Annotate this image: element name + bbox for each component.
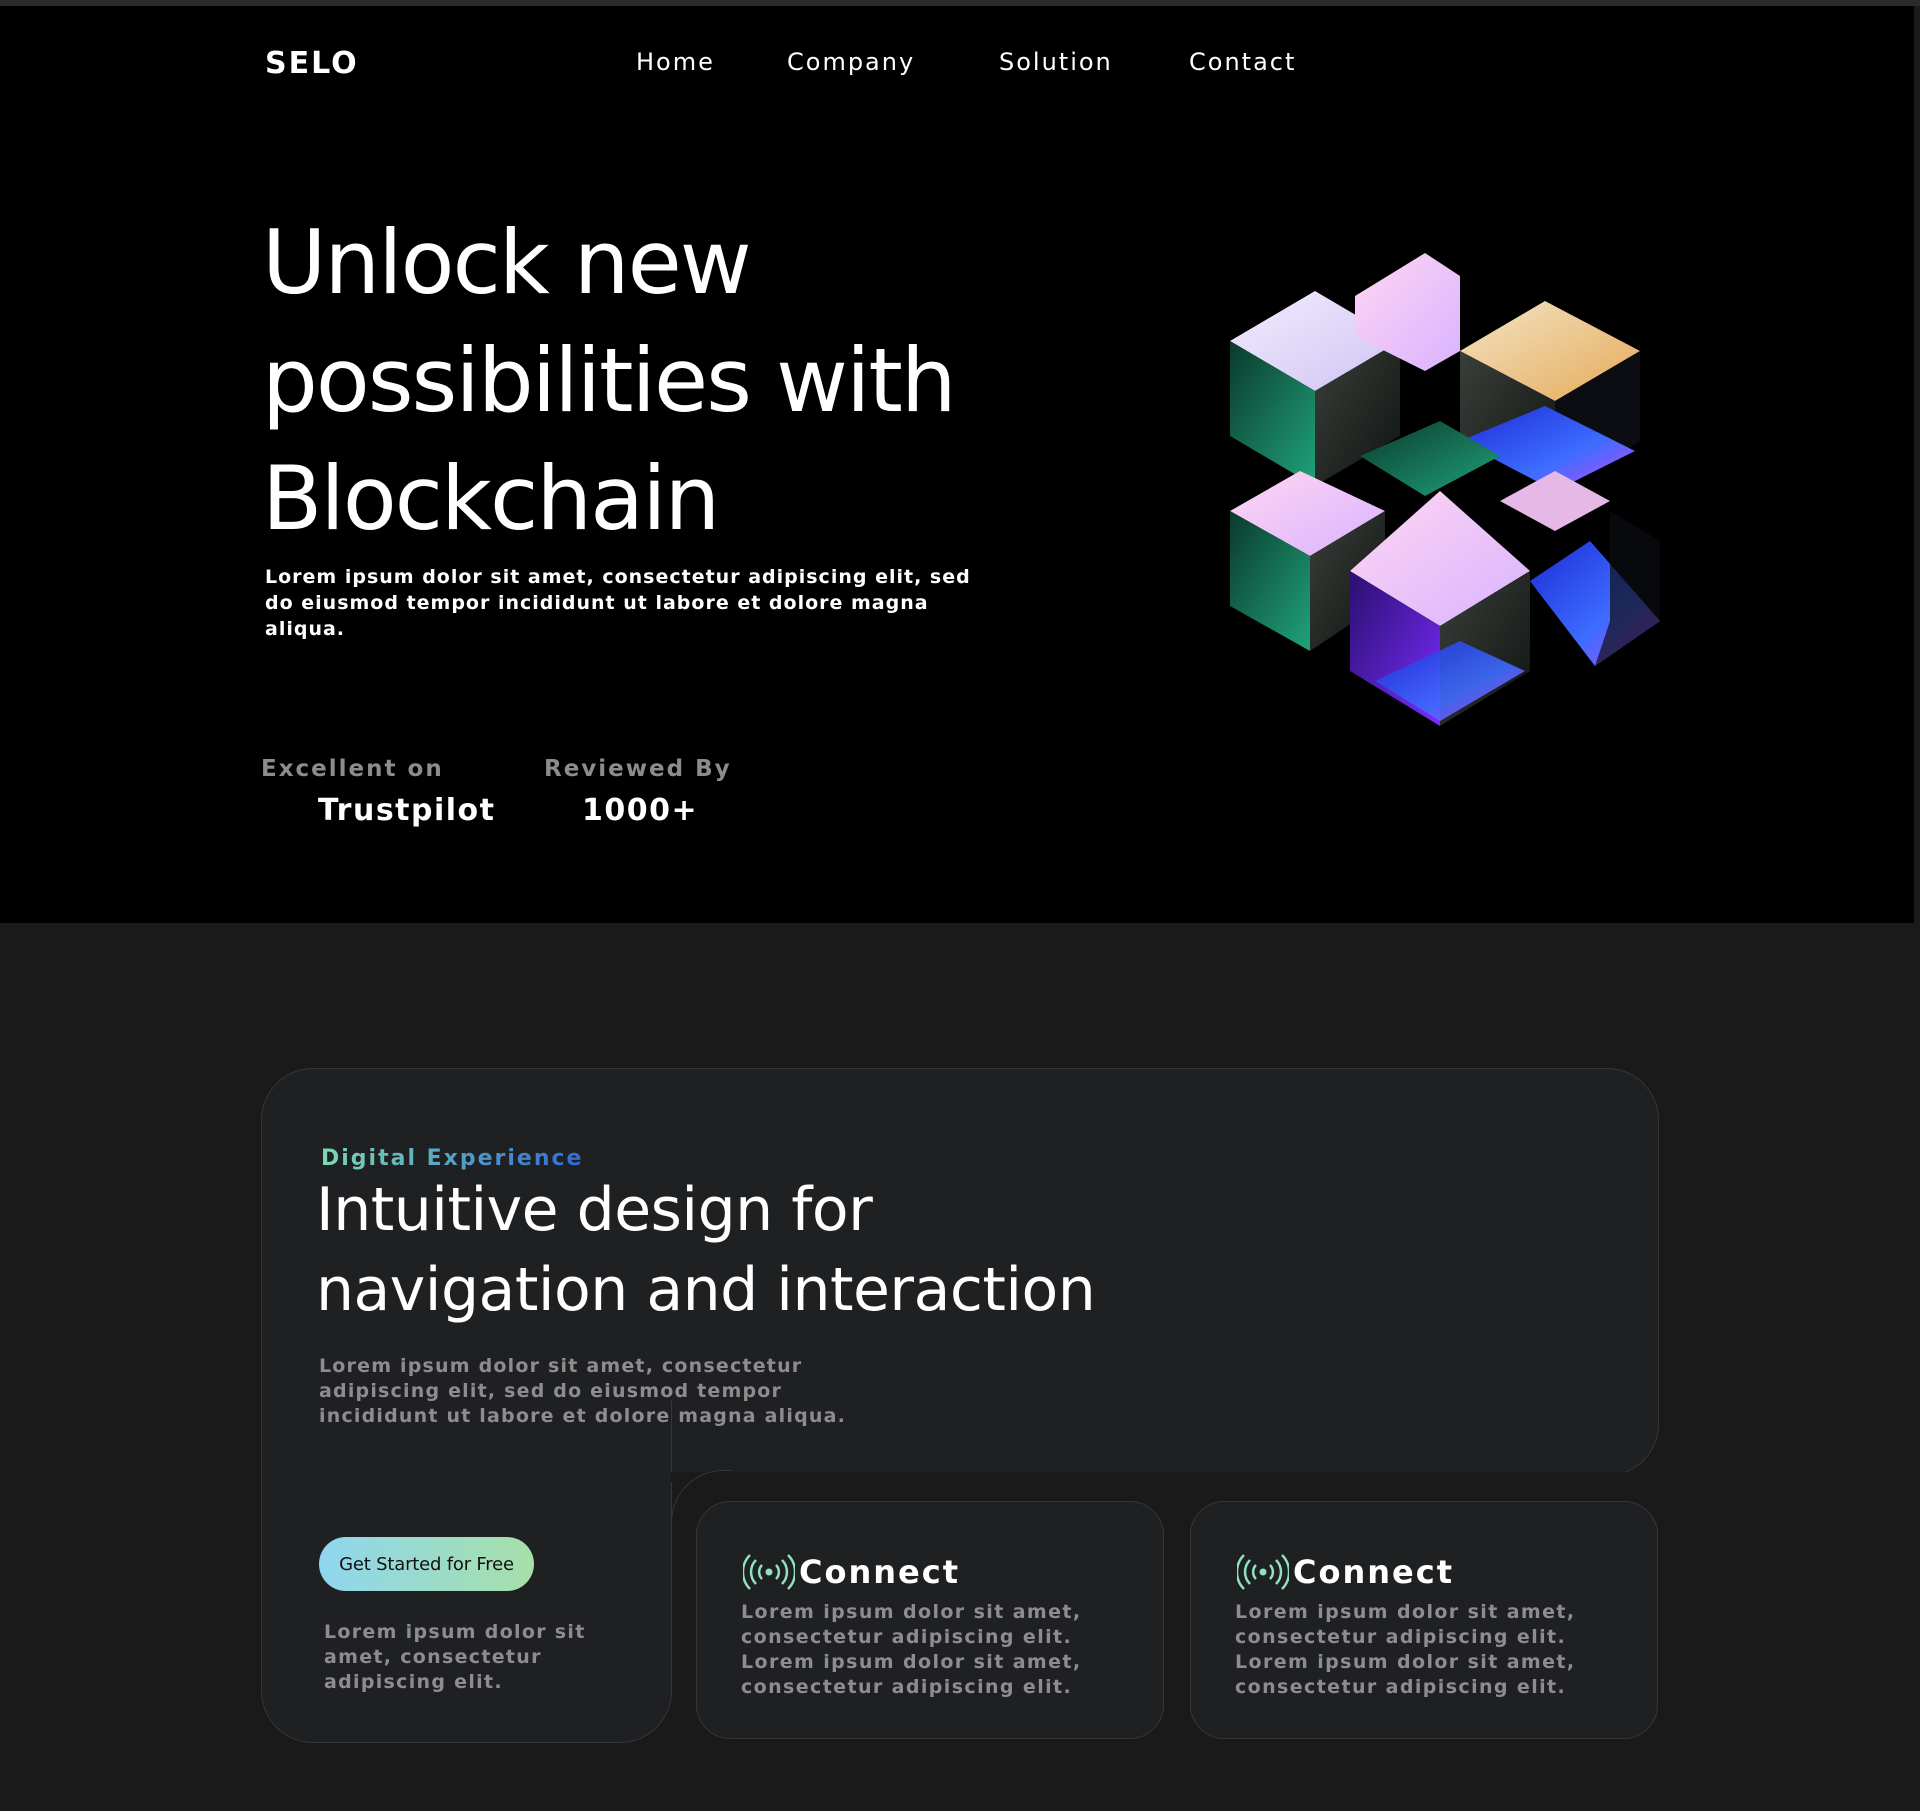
features-title-line: Intuitive design for (316, 1175, 873, 1245)
cta-note: Lorem ipsum dolor sit amet, consectetur … (324, 1621, 586, 1693)
stat-value-reviews: 1000+ (582, 793, 699, 828)
hero-title-line: possibilities with (262, 329, 957, 432)
stat-label-trustpilot: Excellent on (261, 756, 444, 782)
features-title: Intuitive design for navigation and inte… (316, 1170, 1216, 1330)
nav-solution[interactable]: Solution (999, 46, 1113, 78)
card-body: Lorem ipsum dolor sit amet, consectetur … (1235, 1601, 1576, 1698)
main-nav: Home Company Solution Contact (0, 46, 1914, 82)
nav-company[interactable]: Company (787, 46, 915, 78)
nav-home[interactable]: Home (636, 46, 715, 78)
card-header: Connect (1237, 1552, 1454, 1592)
panel-notch (671, 1472, 1661, 1482)
features-body: Lorem ipsum dolor sit amet, consectetur … (319, 1355, 847, 1427)
blockchain-cube-graphic (1210, 241, 1675, 736)
card-header: Connect (743, 1552, 960, 1592)
cube-cluster-icon (1230, 253, 1660, 726)
hero-title: Unlock new possibilities with Blockchain (262, 204, 1022, 558)
card-body: Lorem ipsum dolor sit amet, consectetur … (741, 1601, 1082, 1698)
broadcast-icon (743, 1554, 795, 1590)
hero-right-edge (1914, 6, 1920, 923)
features-eyebrow: Digital Experience (321, 1146, 584, 1171)
card-title: Connect (799, 1553, 960, 1591)
nav-contact[interactable]: Contact (1189, 46, 1296, 78)
hero-subtitle: Lorem ipsum dolor sit amet, consectetur … (265, 566, 971, 640)
stat-value-trustpilot: Trustpilot (318, 793, 496, 828)
features-title-line: navigation and interaction (316, 1255, 1096, 1325)
broadcast-icon (1237, 1554, 1289, 1590)
hero-title-line: Unlock new (262, 211, 752, 314)
feature-card: Connect Lorem ipsum dolor sit amet, cons… (696, 1501, 1164, 1739)
stat-label-reviews: Reviewed By (544, 756, 732, 782)
get-started-button[interactable]: Get Started for Free (319, 1537, 534, 1591)
hero-section: SELO Home Company Solution Contact Unloc… (0, 6, 1914, 923)
card-title: Connect (1293, 1553, 1454, 1591)
hero-title-line: Blockchain (262, 447, 720, 550)
feature-card: Connect Lorem ipsum dolor sit amet, cons… (1190, 1501, 1658, 1739)
